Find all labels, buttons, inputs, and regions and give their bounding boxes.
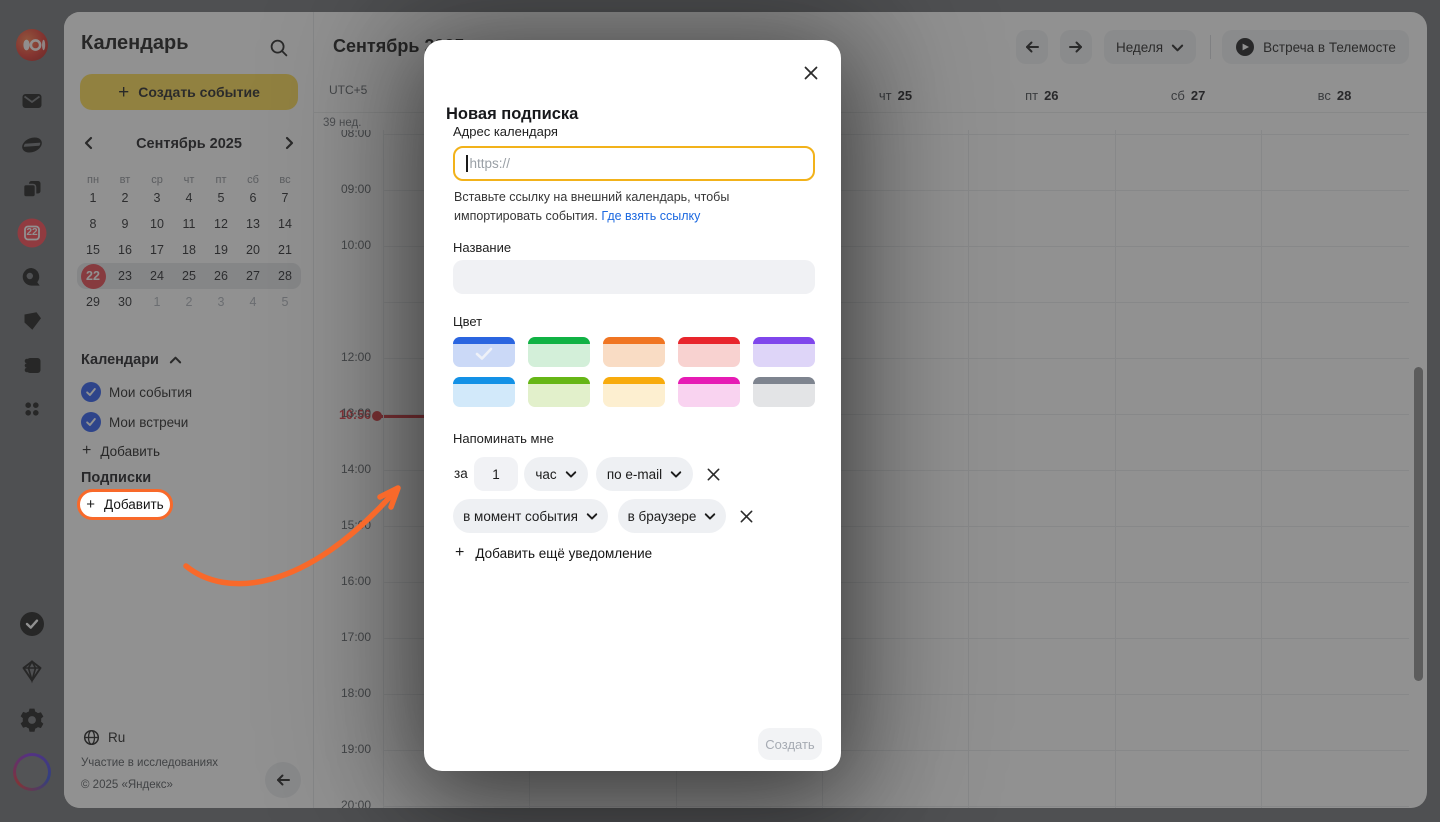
add-subscription-button-highlighted[interactable]: + Добавить (77, 489, 173, 520)
reminder-value: 1 (492, 467, 500, 482)
close-icon (706, 467, 721, 482)
swatch-strip (453, 377, 515, 384)
close-icon (803, 65, 819, 81)
reminder-value-input[interactable]: 1 (474, 457, 518, 491)
reminder-unit-dropdown[interactable]: час (524, 457, 588, 491)
name-label: Название (453, 240, 511, 255)
where-get-link[interactable]: Где взять ссылку (601, 209, 700, 223)
reminder-label: Напоминать мне (453, 431, 554, 446)
text-caret (466, 155, 468, 172)
reminder-prefix: за (454, 466, 468, 481)
address-input[interactable]: https:// (453, 146, 815, 181)
chevron-down-icon (565, 468, 577, 480)
add-subscription-label: Добавить (104, 497, 164, 512)
add-notification-button[interactable]: + Добавить ещё уведомление (455, 545, 652, 561)
address-placeholder: https:// (470, 156, 511, 171)
plus-icon: + (455, 545, 464, 561)
remove-reminder-button[interactable] (701, 462, 725, 486)
plus-icon: + (86, 497, 95, 512)
color-swatch-selected[interactable] (453, 337, 515, 367)
name-input[interactable] (453, 260, 815, 294)
swatch-strip (603, 337, 665, 344)
close-icon (739, 509, 754, 524)
color-swatch[interactable] (528, 337, 590, 367)
color-swatch[interactable] (603, 377, 665, 407)
swatch-strip (678, 377, 740, 384)
submit-button[interactable]: Создать (758, 728, 822, 760)
color-swatch[interactable] (753, 377, 815, 407)
close-button[interactable] (799, 61, 823, 85)
modal-title: Новая подписка (446, 105, 578, 124)
color-swatch[interactable] (603, 337, 665, 367)
reminder-channel2-dropdown[interactable]: в браузере (618, 499, 726, 533)
swatch-strip (678, 337, 740, 344)
reminder-when-label: в момент события (463, 509, 578, 524)
color-swatch[interactable] (753, 337, 815, 367)
swatch-strip (753, 337, 815, 344)
color-label: Цвет (453, 314, 482, 329)
color-swatch[interactable] (453, 377, 515, 407)
chevron-down-icon (670, 468, 682, 480)
chevron-down-icon (704, 510, 716, 522)
add-notification-label: Добавить ещё уведомление (475, 546, 652, 561)
swatch-strip (528, 377, 590, 384)
swatch-strip (528, 337, 590, 344)
color-swatch[interactable] (528, 377, 590, 407)
remove-reminder2-button[interactable] (734, 504, 758, 528)
address-label: Адрес календаря (453, 124, 558, 139)
color-swatch[interactable] (678, 337, 740, 367)
new-subscription-modal: Новая подписка Адрес календаря https:// … (424, 40, 841, 771)
chevron-down-icon (586, 510, 598, 522)
swatch-strip (453, 337, 515, 344)
swatch-strip (603, 377, 665, 384)
color-swatch[interactable] (678, 377, 740, 407)
check-icon (475, 347, 493, 361)
reminder-unit-label: час (535, 467, 556, 482)
submit-label: Создать (765, 737, 814, 752)
address-hint: Вставьте ссылку на внешний календарь, чт… (454, 188, 812, 227)
reminder-when-dropdown[interactable]: в момент события (453, 499, 608, 533)
swatch-strip (753, 377, 815, 384)
reminder-channel-dropdown[interactable]: по e-mail (596, 457, 693, 491)
reminder-channel-label: по e-mail (607, 467, 662, 482)
reminder-channel2-label: в браузере (628, 509, 697, 524)
